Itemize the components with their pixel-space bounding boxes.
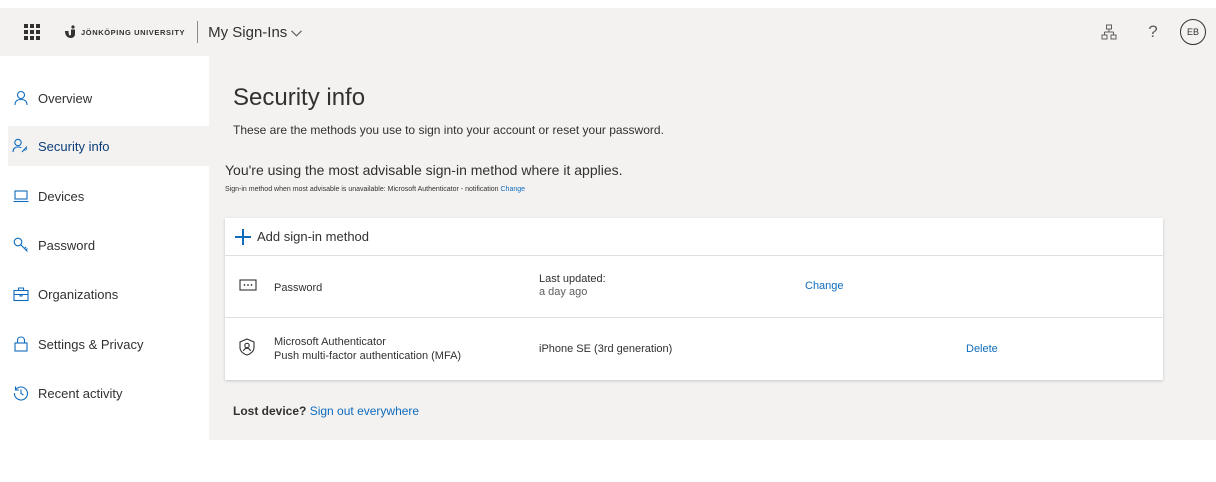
last-updated-value: a day ago: [539, 286, 588, 298]
sign-in-methods-card: Add sign-in method Password Last updated…: [225, 218, 1163, 380]
add-sign-in-method-label: Add sign-in method: [257, 229, 370, 244]
history-icon: [12, 384, 30, 402]
logo-mark-icon: [64, 25, 76, 39]
app-title-dropdown[interactable]: My Sign-Ins: [208, 23, 303, 41]
sidebar-item-recent-activity[interactable]: Recent activity: [8, 373, 209, 413]
sidebar-item-label: Overview: [38, 90, 93, 106]
person-key-icon: [12, 137, 30, 155]
app-launcher-icon[interactable]: [22, 22, 42, 42]
password-dots-icon: [239, 278, 257, 296]
sidebar-item-password[interactable]: Password: [8, 225, 209, 265]
sidebar-item-organizations[interactable]: Organizations: [8, 274, 209, 314]
change-default-method-link[interactable]: Change: [501, 186, 526, 193]
sidebar-item-label: Recent activity: [38, 385, 123, 401]
advisable-subtext-label: Sign-in method when most advisable is un…: [225, 186, 499, 193]
method-name: Password: [274, 282, 323, 294]
help-icon[interactable]: ?: [1140, 19, 1166, 45]
lost-device-section: Lost device? Sign out everywhere: [233, 404, 419, 418]
university-logo: JÖNKÖPING UNIVERSITY: [64, 25, 185, 39]
page-title: Security info: [233, 84, 366, 111]
top-header: JÖNKÖPING UNIVERSITY My Sign-Ins ? EB: [0, 8, 1216, 56]
lost-device-label: Lost device?: [233, 404, 307, 418]
sign-out-everywhere-link[interactable]: Sign out everywhere: [310, 404, 419, 418]
sidebar-item-settings-privacy[interactable]: Settings & Privacy: [8, 324, 209, 364]
method-row-password: Password Last updated: a day ago Change: [225, 256, 1163, 318]
sidebar-nav: Overview Security info Devices Password …: [0, 56, 209, 482]
change-password-link[interactable]: Change: [805, 280, 844, 292]
sidebar-item-label: Devices: [38, 188, 85, 204]
sidebar-item-devices[interactable]: Devices: [8, 176, 209, 216]
lock-icon: [12, 335, 30, 353]
method-name: Microsoft Authenticator: [274, 336, 386, 348]
method-subname: Push multi-factor authentication (MFA): [274, 350, 462, 362]
briefcase-icon: [12, 285, 30, 303]
main-content: Security info These are the methods you …: [209, 56, 1216, 440]
organization-switch-icon[interactable]: [1096, 19, 1122, 45]
chevron-down-icon: [291, 24, 303, 41]
logo-text: JÖNKÖPING UNIVERSITY: [81, 27, 186, 37]
sidebar-item-label: Settings & Privacy: [38, 336, 144, 352]
add-sign-in-method-button[interactable]: Add sign-in method: [225, 218, 1163, 256]
last-updated-label: Last updated:: [539, 273, 606, 285]
sidebar-item-security-info[interactable]: Security info: [8, 126, 209, 166]
sidebar-item-label: Password: [38, 237, 96, 253]
plus-icon: [235, 228, 251, 245]
page-description: These are the methods you use to sign in…: [233, 123, 664, 137]
advisable-heading: You're using the most advisable sign-in …: [225, 162, 623, 178]
app-title-label: My Sign-Ins: [208, 23, 288, 41]
method-name-block: Microsoft Authenticator Push multi-facto…: [274, 335, 461, 363]
header-divider: [197, 21, 199, 43]
delete-authenticator-link[interactable]: Delete: [966, 343, 998, 355]
laptop-icon: [12, 187, 30, 205]
method-detail: iPhone SE (3rd generation): [539, 343, 672, 356]
sidebar-item-label: Security info: [38, 138, 110, 154]
authenticator-icon: [239, 338, 257, 356]
avatar[interactable]: EB: [1180, 19, 1206, 45]
key-icon: [12, 236, 30, 254]
sidebar-item-overview[interactable]: Overview: [8, 78, 209, 118]
device-name: iPhone SE (3rd generation): [539, 343, 673, 355]
method-detail: Last updated: a day ago: [539, 273, 606, 299]
sidebar-item-label: Organizations: [38, 286, 119, 302]
method-row-authenticator: Microsoft Authenticator Push multi-facto…: [225, 318, 1163, 380]
person-icon: [12, 89, 30, 107]
advisable-subtext: Sign-in method when most advisable is un…: [225, 186, 525, 193]
